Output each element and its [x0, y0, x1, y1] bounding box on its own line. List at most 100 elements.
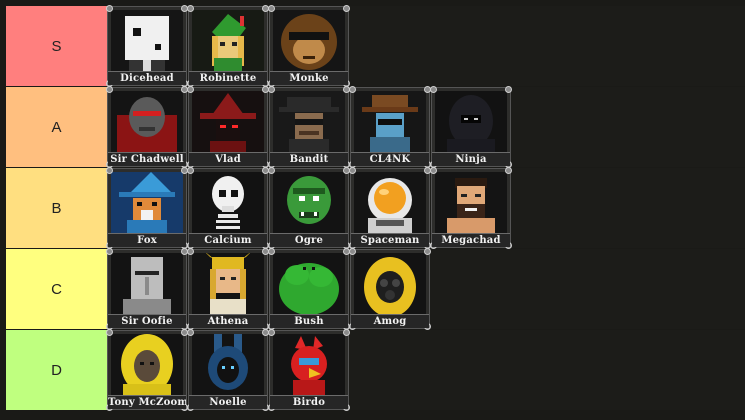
bearded-man-icon — [435, 172, 507, 236]
tier-row-a: A Sir Chadwell Vlad Bandit CL4NK Ninja — [6, 86, 745, 168]
ninja-hood-icon — [435, 91, 507, 155]
tier-items-container: Tony McZoom Noelle Birdo — [106, 329, 745, 411]
character-name: Ogre — [270, 233, 348, 247]
archer-hood-icon — [192, 10, 264, 74]
character-card[interactable]: Robinette — [187, 5, 269, 87]
tier-items-container: Sir Oofie Athena Bush Amog — [106, 248, 745, 330]
character-name: Sir Chadwell — [108, 152, 186, 166]
character-card[interactable]: Dicehead — [106, 5, 188, 87]
witch-hat-icon — [192, 91, 264, 155]
rivet-icon — [187, 248, 194, 255]
character-card[interactable]: Ninja — [430, 86, 512, 168]
rivet-icon — [505, 86, 512, 93]
red-bird-icon — [273, 334, 345, 398]
robot-cowboy-icon — [354, 91, 426, 155]
rivet-icon — [268, 248, 275, 255]
yellow-hood-icon — [111, 334, 183, 398]
character-card[interactable]: Ogre — [268, 167, 350, 249]
character-name: Birdo — [270, 395, 348, 409]
character-card[interactable]: Fox — [106, 167, 188, 249]
character-name: Tony McZoom — [108, 395, 186, 409]
rivet-icon — [187, 5, 194, 12]
ogre-icon — [273, 172, 345, 236]
rivet-icon — [268, 5, 275, 12]
fox-wizard-icon — [111, 172, 183, 236]
character-card[interactable]: Vlad — [187, 86, 269, 168]
character-name: Ninja — [432, 152, 510, 166]
rivet-icon — [349, 167, 356, 174]
rivet-icon — [430, 86, 437, 93]
character-card[interactable]: Megachad — [430, 167, 512, 249]
tier-row-c: C Sir Oofie Athena Bush Amog — [6, 248, 745, 330]
character-card[interactable]: Sir Chadwell — [106, 86, 188, 168]
gas-mask-icon — [354, 253, 426, 317]
rivet-icon — [424, 248, 431, 255]
monkey-sunglasses-icon — [273, 10, 345, 74]
character-card[interactable]: Noelle — [187, 329, 269, 411]
character-card[interactable]: Monke — [268, 5, 350, 87]
skeleton-icon — [192, 172, 264, 236]
character-name: Monke — [270, 71, 348, 85]
character-card[interactable]: Calcium — [187, 167, 269, 249]
tier-label[interactable]: B — [6, 168, 107, 248]
character-card[interactable]: Sir Oofie — [106, 248, 188, 330]
character-name: Spaceman — [351, 233, 429, 247]
bunny-mask-icon — [192, 334, 264, 398]
rivet-icon — [343, 5, 350, 12]
rivet-icon — [106, 329, 113, 336]
character-card[interactable]: Tony McZoom — [106, 329, 188, 411]
rivet-icon — [187, 329, 194, 336]
rivet-icon — [106, 248, 113, 255]
tier-label[interactable]: A — [6, 87, 107, 167]
rivet-icon — [106, 86, 113, 93]
rivet-icon — [106, 167, 113, 174]
tier-label[interactable]: S — [6, 6, 107, 86]
character-name: CL4NK — [351, 152, 429, 166]
dice-head-icon — [111, 10, 183, 74]
character-name: Bandit — [270, 152, 348, 166]
knight-helmet-icon — [111, 91, 183, 155]
character-card[interactable]: CL4NK — [349, 86, 431, 168]
bush-icon — [273, 253, 345, 317]
tier-items-container: Fox Calcium Ogre Spaceman Megachad — [106, 167, 745, 249]
character-card[interactable]: Amog — [349, 248, 431, 330]
rivet-icon — [268, 329, 275, 336]
rivet-icon — [349, 248, 356, 255]
tier-row-b: B Fox Calcium Ogre Spaceman Megachad — [6, 167, 745, 249]
character-name: Calcium — [189, 233, 267, 247]
rivet-icon — [268, 86, 275, 93]
bandit-mask-icon — [273, 91, 345, 155]
knight-visor-icon — [111, 253, 183, 317]
character-name: Noelle — [189, 395, 267, 409]
tier-label[interactable]: D — [6, 330, 107, 410]
character-name: Vlad — [189, 152, 267, 166]
rivet-icon — [430, 167, 437, 174]
rivet-icon — [268, 167, 275, 174]
character-card[interactable]: Bandit — [268, 86, 350, 168]
character-card[interactable]: Bush — [268, 248, 350, 330]
rivet-icon — [505, 167, 512, 174]
character-name: Bush — [270, 314, 348, 328]
rivet-icon — [187, 167, 194, 174]
astronaut-icon — [354, 172, 426, 236]
valkyrie-icon — [192, 253, 264, 317]
rivet-icon — [343, 329, 350, 336]
character-card[interactable]: Birdo — [268, 329, 350, 411]
rivet-icon — [106, 5, 113, 12]
tier-items-container: Sir Chadwell Vlad Bandit CL4NK Ninja — [106, 86, 745, 168]
tier-items-container: Dicehead Robinette Monke — [106, 5, 745, 87]
character-name: Robinette — [189, 71, 267, 85]
rivet-icon — [349, 86, 356, 93]
character-name: Athena — [189, 314, 267, 328]
character-name: Megachad — [432, 233, 510, 247]
character-name: Sir Oofie — [108, 314, 186, 328]
tier-row-d: D Tony McZoom Noelle Birdo — [6, 329, 745, 411]
character-name: Fox — [108, 233, 186, 247]
character-name: Amog — [351, 314, 429, 328]
tier-label[interactable]: C — [6, 249, 107, 329]
character-card[interactable]: Athena — [187, 248, 269, 330]
tier-row-s: S Dicehead Robinette Monke — [6, 5, 745, 87]
rivet-icon — [187, 86, 194, 93]
character-name: Dicehead — [108, 71, 186, 85]
character-card[interactable]: Spaceman — [349, 167, 431, 249]
